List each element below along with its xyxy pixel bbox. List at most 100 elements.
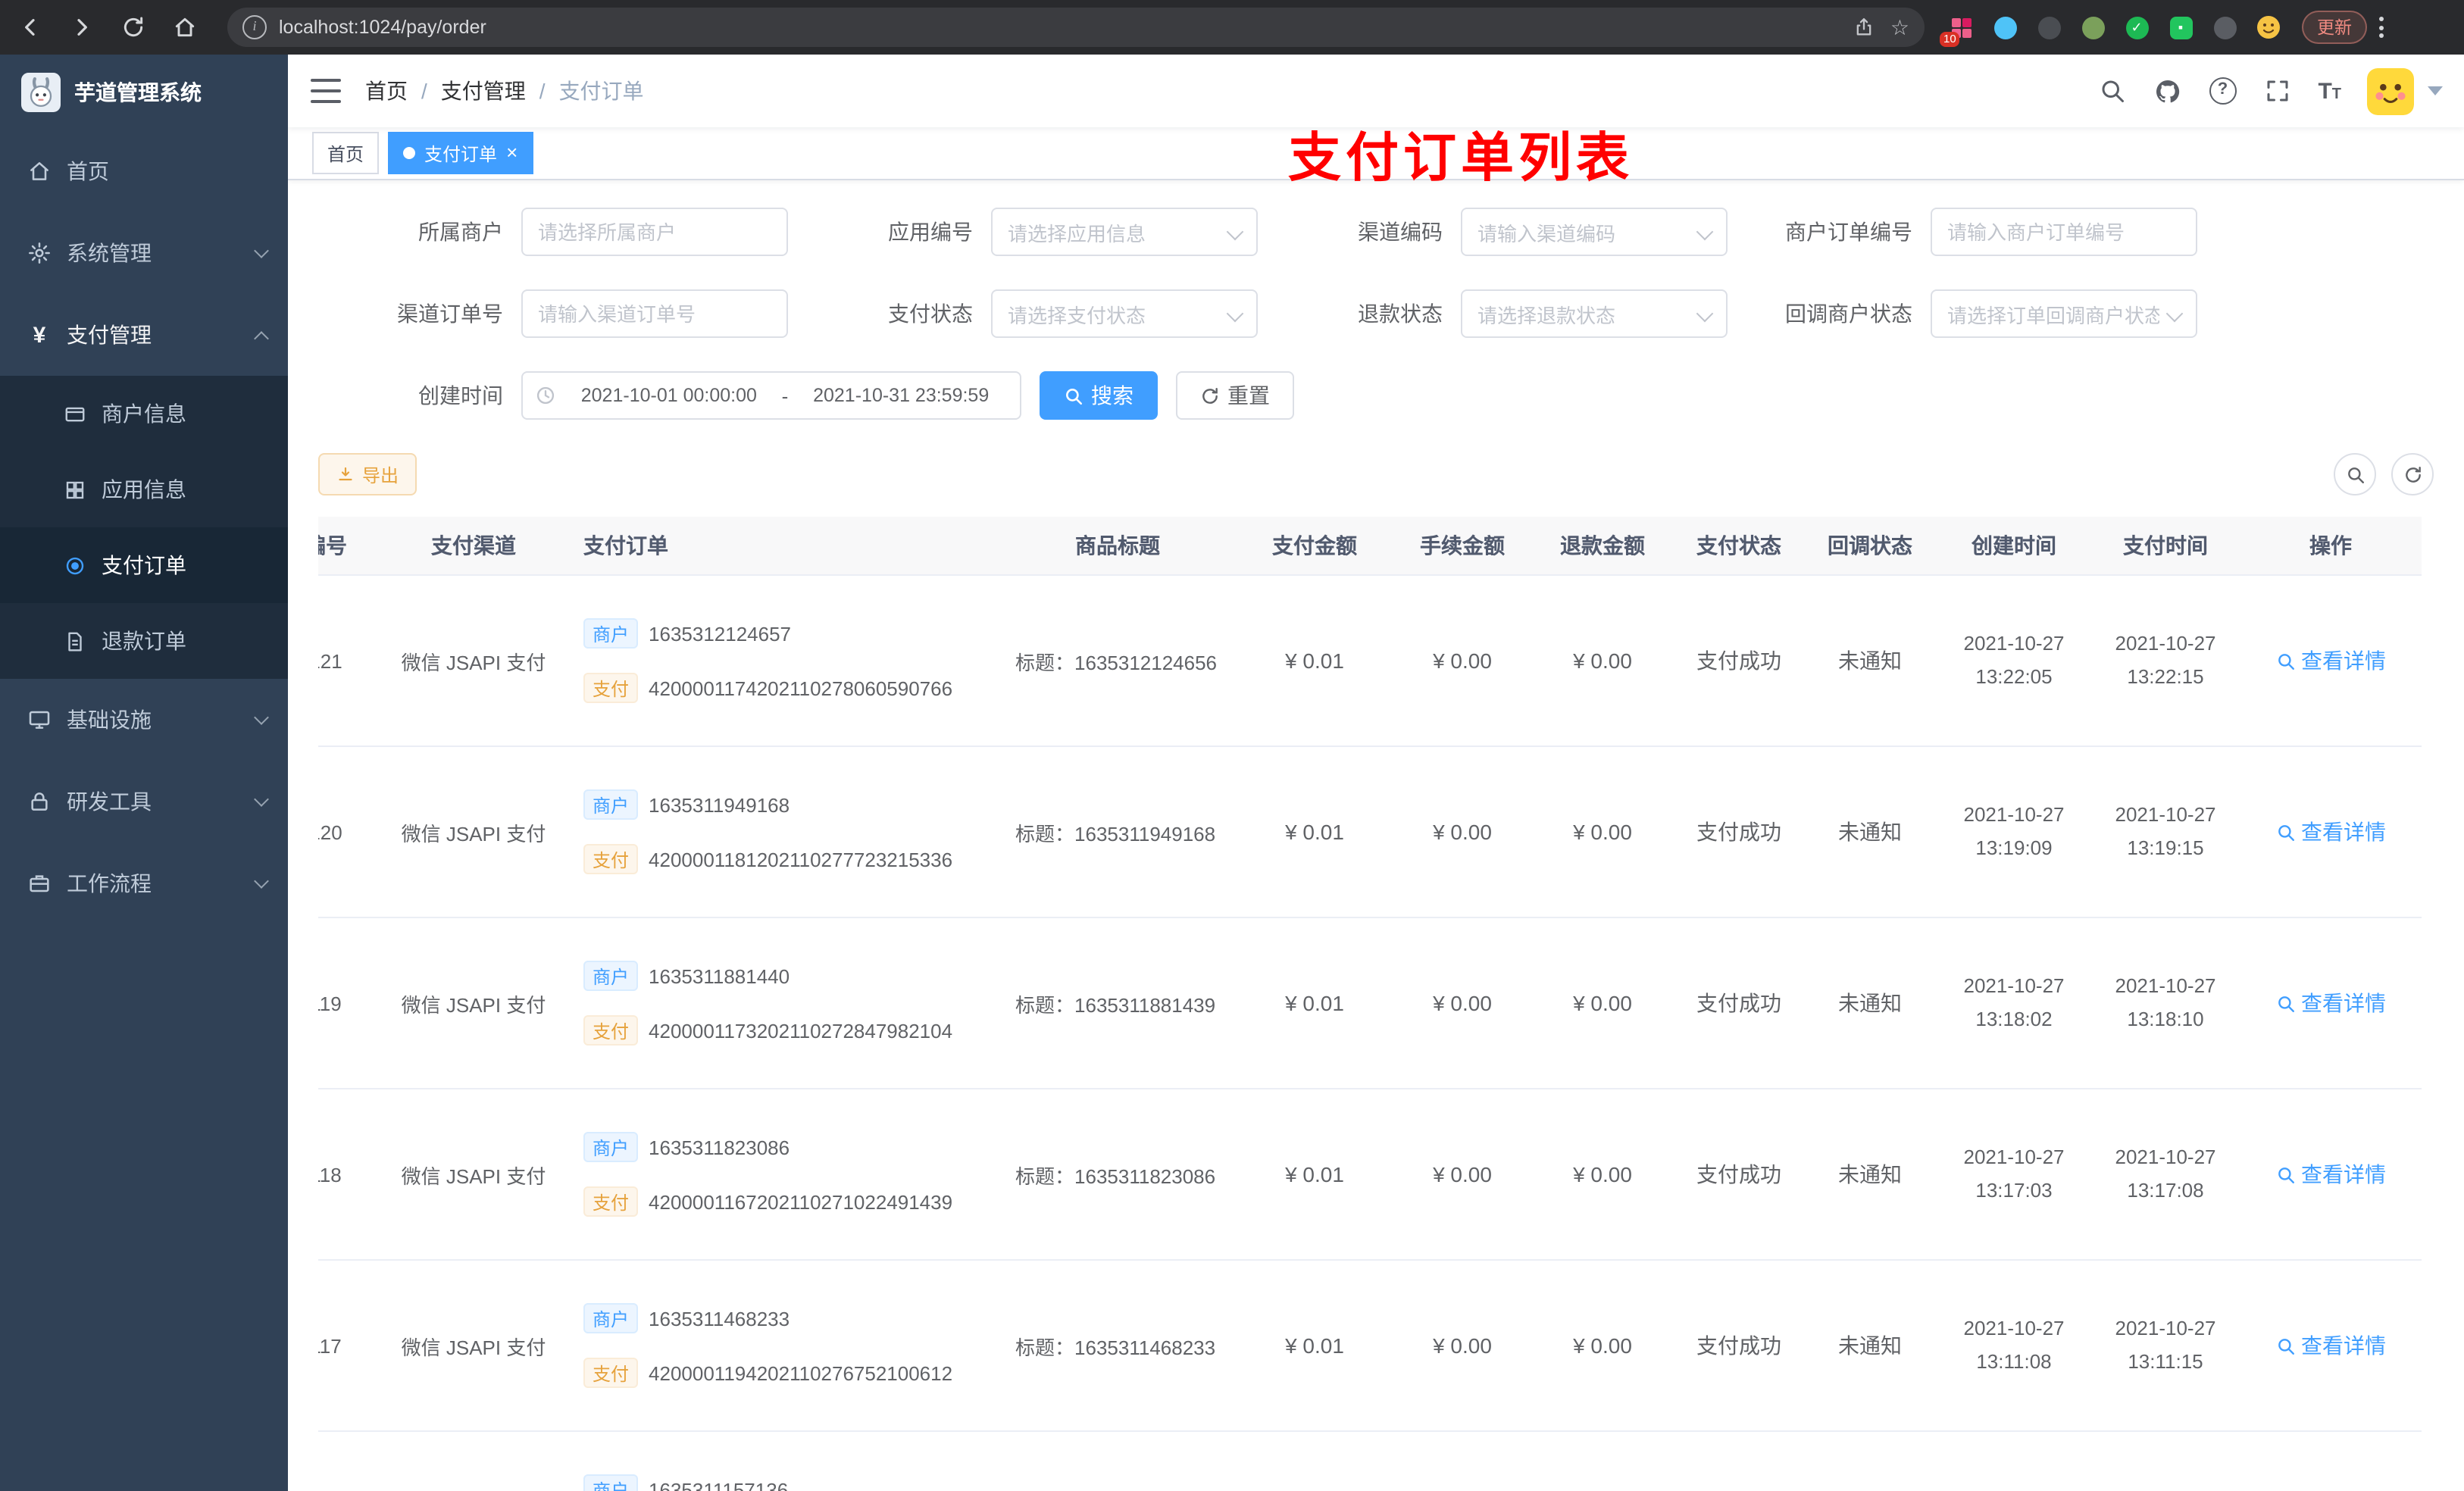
sidebar-toggle-icon[interactable]	[311, 79, 341, 103]
extension-smiley-icon[interactable]	[2253, 12, 2284, 42]
forward-icon[interactable]	[61, 6, 103, 48]
info-icon[interactable]: i	[242, 15, 267, 39]
extension-grid-icon[interactable]: 10	[1940, 12, 1976, 47]
breadcrumb-section: 支付管理	[440, 79, 526, 103]
refund-status-select[interactable]: 请选择退款状态	[1461, 289, 1728, 338]
star-icon[interactable]: ☆	[1890, 14, 1909, 40]
sidebar-item-home[interactable]: 首页	[0, 130, 288, 212]
product-title: 标题：1635311949168	[1000, 746, 1235, 918]
app-logo[interactable]: 芋道管理系统	[0, 55, 288, 130]
fee-amount: ¥ 0.00	[1394, 575, 1531, 747]
chevron-down-icon	[254, 710, 269, 725]
merchant-order-no-input[interactable]	[1931, 208, 2197, 256]
order-id: 119	[318, 917, 379, 1089]
channel-order-no-input[interactable]	[521, 289, 788, 338]
extension-drop-icon[interactable]	[1990, 12, 2020, 42]
search-icon[interactable]	[2097, 76, 2127, 106]
extension-pin-icon[interactable]	[2209, 12, 2240, 42]
breadcrumb: 首页 / 支付管理 / 支付订单	[365, 76, 644, 106]
create-time: 2021-10-27 13:22:05	[1937, 575, 2091, 747]
chevron-down-icon	[254, 874, 269, 889]
sidebar-item-refund-order[interactable]: 退款订单	[0, 603, 288, 679]
share-icon[interactable]	[1854, 17, 1875, 38]
table-header-row: 编号 支付渠道 支付订单 商品标题 支付金额 手续金额 退款金额 支付状态 回调…	[318, 517, 2422, 576]
order-id: 118	[318, 1089, 379, 1261]
font-size-icon[interactable]: TT	[2318, 78, 2341, 104]
browser-toolbar: i localhost:1024/pay/order ☆ 10 ✓ ▪ 更新	[0, 0, 2464, 55]
sidebar-item-devtools[interactable]: 研发工具	[0, 761, 288, 842]
sidebar-item-workflow[interactable]: 工作流程	[0, 842, 288, 924]
sidebar-item-app-info[interactable]: 应用信息	[0, 452, 288, 527]
sidebar-item-label: 应用信息	[102, 477, 186, 502]
filter-channel-code: 渠道编码 请输入渠道编码	[1258, 208, 1728, 256]
pay-status: 支付成功	[1674, 1089, 1803, 1261]
callback-status-select[interactable]: 请选择订单回调商户状态	[1931, 289, 2197, 338]
view-detail-link[interactable]: 查看详情	[2275, 645, 2386, 676]
field-label: 所属商户	[418, 220, 503, 244]
help-icon[interactable]: ?	[2209, 77, 2237, 105]
grid-icon	[66, 480, 84, 499]
actions-cell: 查看详情	[2240, 917, 2422, 1089]
close-icon[interactable]: ×	[506, 142, 518, 162]
sidebar-item-merchant-info[interactable]: 商户信息	[0, 376, 288, 452]
refund-amount: ¥ 0.00	[1531, 1260, 1674, 1432]
update-button[interactable]: 更新	[2302, 11, 2367, 44]
pay-status: 支付成功	[1674, 1260, 1803, 1432]
sidebar-item-pay-order[interactable]: 支付订单	[0, 527, 288, 603]
view-detail-link[interactable]: 查看详情	[2275, 1159, 2386, 1189]
actions-cell: 查看详情	[2240, 1089, 2422, 1261]
breadcrumb-separator: /	[421, 79, 427, 103]
payment-submenu: 商户信息 应用信息 支付订单 退款订单	[0, 376, 288, 679]
tab-pay-order[interactable]: 支付订单 ×	[388, 132, 533, 174]
sidebar-item-payment[interactable]: ¥ 支付管理	[0, 294, 288, 376]
fee-amount: ¥ 0.00	[1394, 1260, 1531, 1432]
create-time: 2021-10-27 13:17:03	[1937, 1089, 2091, 1261]
toggle-search-button[interactable]	[2334, 453, 2376, 495]
order-id: 120	[318, 746, 379, 918]
search-icon	[2278, 824, 2294, 840]
extension-dark-icon[interactable]	[2034, 12, 2064, 42]
monitor-icon	[29, 711, 50, 729]
tab-label: 支付订单	[424, 143, 498, 164]
pay-amount: ¥ 0.01	[1235, 1260, 1394, 1432]
create-time-range[interactable]: 2021-10-01 00:00:00 - 2021-10-31 23:59:5…	[521, 371, 1021, 420]
search-button[interactable]: 搜索	[1040, 371, 1158, 420]
view-detail-link[interactable]: 查看详情	[2275, 817, 2386, 847]
field-label: 支付状态	[888, 302, 973, 326]
merchant-select[interactable]	[521, 208, 788, 256]
breadcrumb-home[interactable]: 首页	[365, 76, 408, 106]
search-icon	[1066, 388, 1083, 405]
reset-button[interactable]: 重置	[1176, 371, 1294, 420]
pay-tag: 支付	[583, 1358, 639, 1388]
order-id: 117	[318, 1260, 379, 1432]
merchant-tag: 商户	[583, 789, 639, 820]
pay-status-select[interactable]: 请选择支付状态	[991, 289, 1258, 338]
fullscreen-icon[interactable]	[2262, 76, 2292, 106]
sidebar-item-infra[interactable]: 基础设施	[0, 679, 288, 761]
github-icon[interactable]	[2153, 76, 2183, 106]
field-label: 创建时间	[418, 383, 503, 408]
kebab-menu-icon[interactable]	[2379, 17, 2384, 38]
url-bar[interactable]: i localhost:1024/pay/order ☆	[227, 8, 1925, 47]
refresh-button[interactable]	[2391, 453, 2434, 495]
merchant-tag: 商户	[583, 1474, 639, 1491]
chevron-down-icon	[1226, 223, 1244, 241]
caret-down-icon[interactable]	[2428, 86, 2443, 95]
avatar[interactable]	[2367, 67, 2414, 114]
app-select[interactable]: 请选择应用信息	[991, 208, 1258, 256]
field-label: 渠道编码	[1358, 220, 1443, 244]
view-detail-link[interactable]: 查看详情	[2275, 1330, 2386, 1361]
export-button[interactable]: 导出	[318, 453, 417, 495]
reload-icon[interactable]	[112, 6, 155, 48]
view-detail-link[interactable]: 查看详情	[2275, 988, 2386, 1018]
product-title: 标题：1635311823086	[1000, 1089, 1235, 1261]
home-icon[interactable]	[164, 6, 206, 48]
extension-check-icon[interactable]: ✓	[2122, 12, 2152, 42]
channel-code-select[interactable]: 请输入渠道编码	[1461, 208, 1728, 256]
search-icon	[2278, 996, 2294, 1011]
extension-green-icon[interactable]	[2078, 12, 2108, 42]
sidebar-item-system[interactable]: 系统管理	[0, 212, 288, 294]
back-icon[interactable]	[9, 6, 52, 48]
tab-home[interactable]: 首页	[312, 132, 380, 174]
extension-chat-icon[interactable]: ▪	[2165, 12, 2196, 42]
